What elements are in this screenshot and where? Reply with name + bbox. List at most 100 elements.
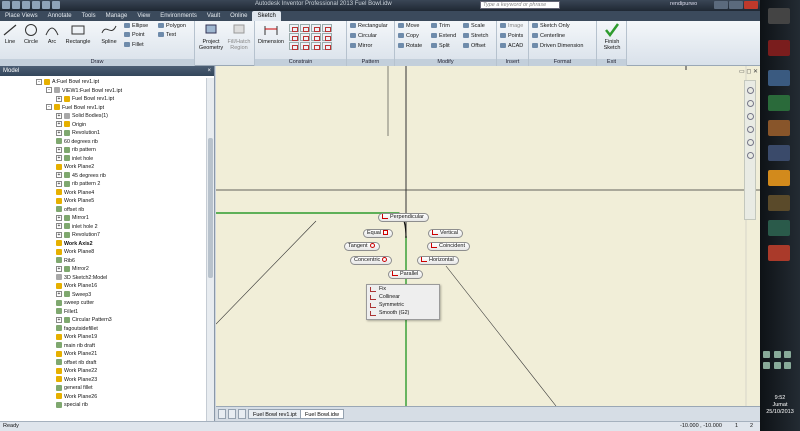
taskbar-app-8[interactable] (768, 245, 790, 261)
acad-button[interactable]: ACAD (500, 43, 523, 50)
scale-button[interactable]: Scale (463, 23, 485, 30)
expand-toggle-icon[interactable]: + (56, 265, 62, 272)
tray-icon-1[interactable] (763, 351, 770, 358)
clock[interactable]: 9:52 Jumat 25/10/2013 (760, 395, 800, 416)
project-geometry-button[interactable]: Project Geometry (197, 23, 225, 51)
tree-node[interactable]: + Fuel Bowl rev1.ipt (56, 95, 114, 104)
close-button[interactable] (744, 1, 758, 9)
taskbar-app-4[interactable] (768, 120, 790, 136)
tray-icon-2[interactable] (773, 351, 781, 358)
tree-node[interactable]: offset rib (56, 206, 84, 215)
menu-item-collinear[interactable]: Collinear (367, 293, 439, 301)
spline-button[interactable]: Spline (98, 23, 120, 45)
tree-node[interactable]: Work Plane16 (56, 282, 97, 291)
taskbar-app-1[interactable] (768, 40, 790, 56)
tree-node[interactable]: main rib draft (56, 342, 95, 351)
expand-toggle-icon[interactable]: + (56, 121, 62, 128)
scrollbar-thumb[interactable] (208, 138, 213, 278)
user-account[interactable]: rendipurwo (670, 1, 697, 7)
equal-button[interactable]: Equal (363, 229, 394, 238)
tree-node[interactable]: offset rib draft (56, 359, 96, 368)
look-at-icon[interactable] (746, 152, 754, 159)
tree-node[interactable]: Work Plane19 (56, 333, 97, 342)
maximize-button[interactable] (729, 1, 743, 9)
browser-title[interactable]: Model (3, 68, 19, 74)
orbit-icon[interactable] (746, 139, 754, 146)
tree-node[interactable]: Rib6 (56, 257, 75, 266)
tab-cascade-icon[interactable] (228, 409, 236, 419)
open-icon[interactable] (22, 1, 30, 9)
image-button[interactable]: Image (500, 23, 523, 30)
tree-node[interactable]: sweep cutter (56, 299, 94, 308)
sketch-only-button[interactable]: Sketch Only (532, 23, 570, 30)
tree-node[interactable]: + Revolution1 (56, 129, 100, 138)
expand-toggle-icon[interactable]: + (56, 112, 62, 119)
text-button[interactable]: Text (158, 32, 176, 39)
fix-constraint-icon[interactable] (322, 24, 332, 32)
minimize-button[interactable] (714, 1, 728, 9)
parallel-button[interactable]: Parallel (388, 270, 424, 279)
tree-node[interactable]: Work Plane21 (56, 350, 97, 359)
tree-node[interactable]: + Solid Bodies(1) (56, 112, 108, 121)
expand-toggle-icon[interactable]: + (56, 214, 62, 221)
tab-list-icon[interactable] (218, 409, 226, 419)
tray-icon-4[interactable] (763, 362, 770, 369)
tree-node[interactable]: Work Plane26 (56, 393, 97, 402)
help-search-input[interactable] (480, 1, 560, 9)
tab-place-views[interactable]: Place Views (0, 11, 43, 21)
tab-environments[interactable]: Environments (155, 11, 202, 21)
tree-node[interactable]: - VIEW1:Fuel Bowl rev1.ipt (46, 87, 122, 96)
driven-dimension-button[interactable]: Driven Dimension (532, 43, 583, 50)
expand-toggle-icon[interactable]: + (56, 231, 62, 238)
polygon-button[interactable]: Polygon (158, 23, 186, 30)
expand-toggle-icon[interactable]: + (56, 223, 62, 230)
vertical-button[interactable]: Vertical (428, 229, 464, 238)
stretch-button[interactable]: Stretch (463, 33, 488, 40)
save-icon[interactable] (32, 1, 40, 9)
horizontal-constraint-icon[interactable] (311, 33, 321, 41)
coincident-button[interactable]: Coincident (427, 242, 470, 251)
zoom-icon[interactable] (746, 113, 754, 120)
rectangular-pattern-button[interactable]: Rectangular (350, 23, 388, 30)
tree-node[interactable]: - A:Fuel Bowl rev1.ipt (36, 78, 99, 87)
tree-node[interactable]: + rib pattern 2 (56, 180, 100, 189)
tree-node[interactable]: + rib pattern (56, 146, 96, 155)
smooth-constraint-icon[interactable] (300, 42, 310, 50)
point-button[interactable]: Point (124, 32, 145, 39)
sketch-canvas[interactable]: ▭ ◻ ✕ Perpendicular Equal Vertical Tange… (216, 66, 760, 406)
new-icon[interactable] (12, 1, 20, 9)
expand-toggle-icon[interactable]: - (46, 104, 52, 111)
tree-node[interactable]: + inlet hole 2 (56, 223, 98, 232)
tab-online[interactable]: Online (225, 11, 252, 21)
expand-toggle-icon[interactable]: + (56, 180, 62, 187)
tree-node[interactable]: + Revolution7 (56, 231, 100, 240)
expand-toggle-icon[interactable]: - (36, 78, 42, 85)
trim-button[interactable]: Trim (431, 23, 450, 30)
taskbar-app-2[interactable] (768, 70, 790, 86)
points-button[interactable]: Points (500, 33, 523, 40)
offset-button[interactable]: Offset (463, 43, 486, 50)
doc-tab-fuel-bowl-ipt[interactable]: Fuel Bowl rev1.ipt (248, 409, 302, 419)
expand-toggle-icon[interactable]: + (56, 291, 62, 298)
extend-button[interactable]: Extend (431, 33, 456, 40)
view-controls[interactable]: ▭ ◻ ✕ (739, 68, 758, 75)
tree-node[interactable]: Fillet1 (56, 308, 78, 317)
concentric-constraint-icon[interactable] (311, 24, 321, 32)
menu-item-smooth[interactable]: Smooth (G2) (367, 309, 439, 317)
menu-item-fix[interactable]: Fix (367, 285, 439, 293)
tab-sketch[interactable]: Sketch (252, 11, 281, 21)
vertical-constraint-icon[interactable] (322, 33, 332, 41)
expand-toggle-icon[interactable]: + (56, 155, 62, 162)
fillet-button[interactable]: Fillet (124, 42, 144, 49)
rotate-button[interactable]: Rotate (398, 43, 422, 50)
tree-node[interactable]: +45 degrees rib (56, 172, 106, 181)
horizontal-button[interactable]: Horizontal (417, 256, 459, 265)
fill-hatch-button[interactable]: Fill/Hatch Region (225, 23, 253, 51)
expand-toggle-icon[interactable]: - (46, 87, 52, 94)
tree-node[interactable]: + Origin (56, 121, 86, 130)
parallel-constraint-icon[interactable] (289, 33, 299, 41)
circle-button[interactable]: Circle (22, 23, 40, 45)
centerline-button[interactable]: Centerline (532, 33, 565, 40)
pan-icon[interactable] (746, 100, 754, 107)
start-icon[interactable] (768, 8, 790, 24)
